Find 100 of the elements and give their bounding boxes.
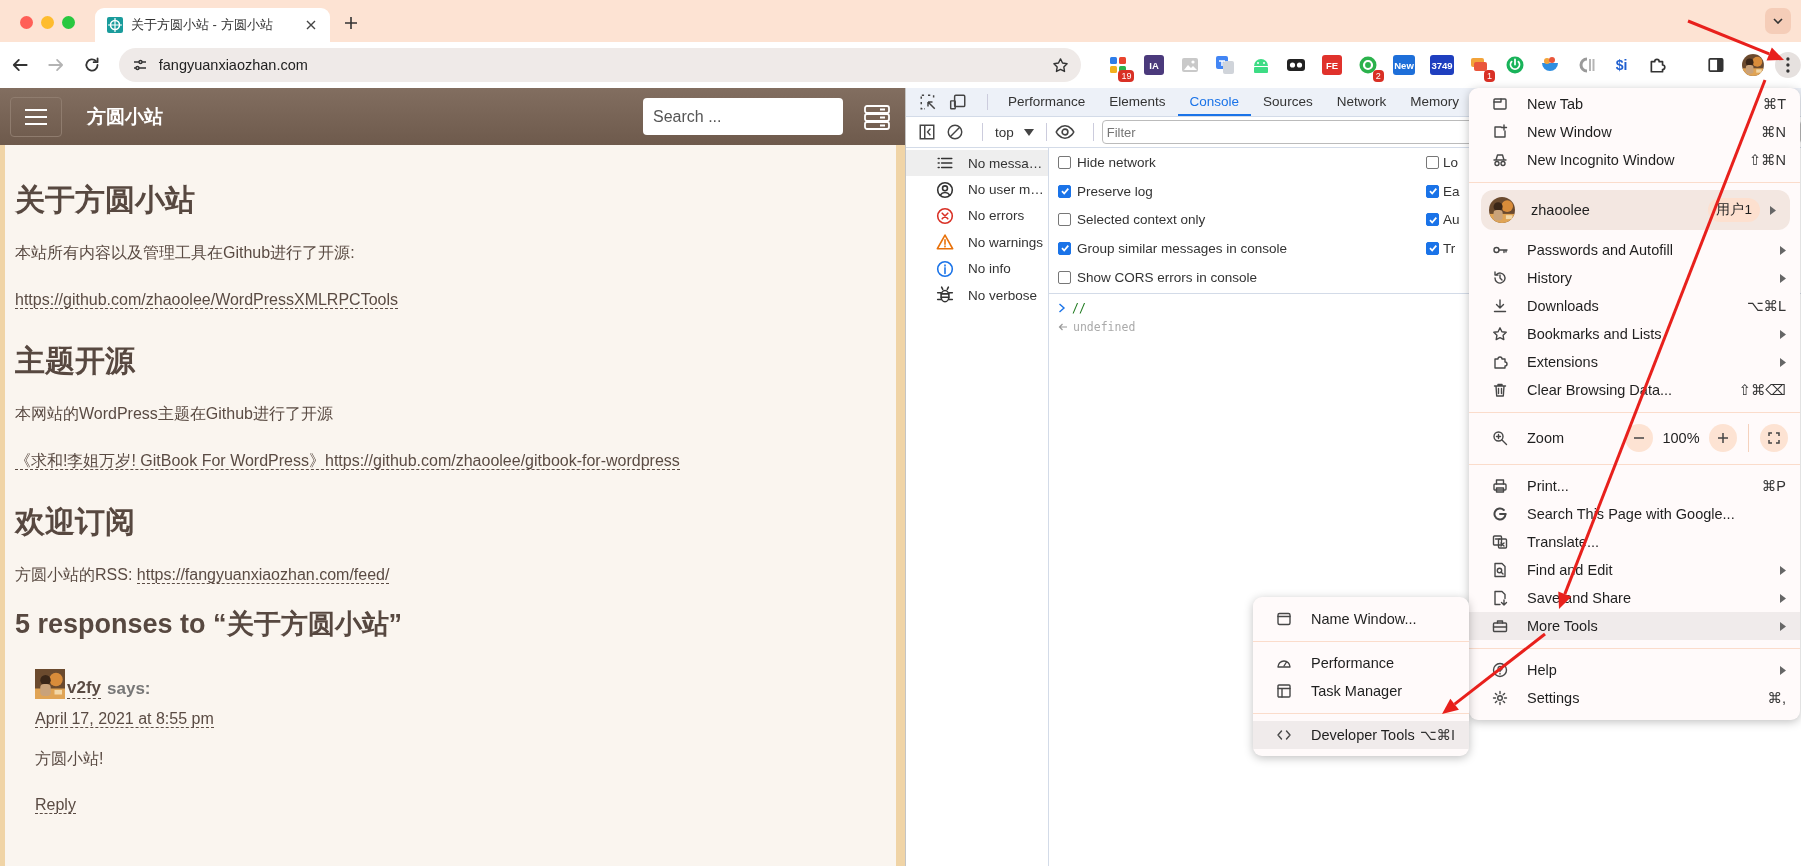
checkbox[interactable] xyxy=(1058,184,1071,198)
window-close-button[interactable] xyxy=(20,15,33,29)
menu-item[interactable]: Downloads ⌥⌘L xyxy=(1469,292,1800,320)
menu-item[interactable]: More Tools xyxy=(1469,612,1800,640)
sidebar-item[interactable]: No verbose xyxy=(906,281,1048,309)
menu-item[interactable]: Extensions xyxy=(1469,348,1800,376)
checkbox[interactable] xyxy=(1058,213,1071,227)
link[interactable]: https://fangyuanxiaozhan.com/feed/ xyxy=(136,566,390,584)
menu-item[interactable]: Developer Tools ⌥⌘I xyxy=(1253,721,1469,749)
menu-button[interactable] xyxy=(1775,52,1801,78)
menu-item[interactable]: Help xyxy=(1469,656,1800,684)
heading: 关于方圆小站 xyxy=(15,182,196,218)
search-field[interactable]: Search ... xyxy=(643,98,843,135)
date-link[interactable]: April 17, 2021 at 8:55 pm xyxy=(35,710,214,728)
menu-item[interactable]: New Incognito Window ⇧⌘N xyxy=(1469,146,1800,174)
extension-button[interactable]: 3749 xyxy=(1430,55,1454,75)
setting-label: Lo xyxy=(1443,154,1459,170)
inspect-icon[interactable] xyxy=(919,93,937,111)
menu-item[interactable]: New Window ⌘N xyxy=(1469,118,1800,146)
settings-icon xyxy=(1492,690,1508,706)
menu-item[interactable]: New Tab ⌘T xyxy=(1469,90,1800,118)
devtools-tab[interactable]: Performance xyxy=(996,88,1098,116)
extension-button[interactable]: $i xyxy=(1611,55,1632,75)
setting-label: Ea xyxy=(1443,183,1460,199)
menu-button[interactable] xyxy=(10,96,62,137)
extension-button[interactable]: New xyxy=(1393,55,1415,75)
browser-tab[interactable]: 关于方圆小站 - 方圆小站 xyxy=(95,8,330,42)
clear-console-icon[interactable] xyxy=(946,123,964,141)
checkbox[interactable] xyxy=(1058,270,1071,284)
reload-button[interactable] xyxy=(82,56,101,74)
checkbox[interactable] xyxy=(1426,241,1439,255)
profile-item[interactable]: zhaoolee 用户1 xyxy=(1481,190,1790,230)
toolbox-icon xyxy=(1492,618,1508,634)
side-panel-button[interactable] xyxy=(1707,56,1726,74)
menu-item[interactable]: Task Manager xyxy=(1253,677,1469,705)
translate-icon[interactable] xyxy=(1215,55,1236,75)
back-button[interactable] xyxy=(11,56,29,74)
server-icon[interactable] xyxy=(863,103,891,130)
menu-item[interactable]: Passwords and Autofill xyxy=(1469,236,1800,264)
checkbox[interactable] xyxy=(1058,155,1071,169)
close-icon[interactable] xyxy=(306,20,316,30)
sidebar-item[interactable]: No warnings xyxy=(906,229,1048,256)
sidebar-item[interactable]: No info xyxy=(906,255,1048,282)
menu-item[interactable]: Bookmarks and Lists xyxy=(1469,320,1800,348)
setting-label: Show CORS errors in console xyxy=(1077,269,1258,285)
devtools-tab[interactable]: Memory xyxy=(1398,88,1471,116)
tab-search-button[interactable] xyxy=(1765,8,1791,34)
sidebar-item[interactable]: No messa… xyxy=(906,150,1048,177)
address-bar[interactable]: fangyuanxiaozhan.com xyxy=(118,48,1082,82)
extension-button[interactable]: IA xyxy=(1144,55,1165,75)
paragraph: 方圆小站的RSS: https://fangyuanxiaozhan.com/feed/ xyxy=(15,565,391,586)
context-dropdown[interactable]: top xyxy=(991,124,1038,140)
checkbox[interactable] xyxy=(1426,155,1439,169)
info-icon xyxy=(936,259,954,278)
reply-link[interactable]: Reply xyxy=(35,796,76,814)
author-link[interactable]: v2fy xyxy=(67,678,102,699)
sidebar-item[interactable]: No user m… xyxy=(906,176,1048,203)
menu-item[interactable]: Print... ⌘P xyxy=(1469,472,1800,500)
shortcut-label: ⌥⌘L xyxy=(1746,298,1786,314)
zoom-in-button[interactable] xyxy=(1709,424,1737,452)
menu-item[interactable]: History xyxy=(1469,264,1800,292)
checkbox[interactable] xyxy=(1426,213,1439,227)
site-title[interactable]: 方圆小站 xyxy=(87,103,163,130)
printer-icon xyxy=(1492,478,1508,494)
eye-icon[interactable] xyxy=(1054,122,1075,142)
url-text: fangyuanxiaozhan.com xyxy=(158,57,308,73)
comment-text: 方圆小站! xyxy=(35,749,105,769)
fullscreen-button[interactable] xyxy=(1760,424,1788,452)
user-icon xyxy=(936,180,954,199)
sidebar-toggle-icon[interactable] xyxy=(918,123,936,141)
devtools-tab[interactable]: Sources xyxy=(1251,88,1325,116)
menu-icon xyxy=(24,107,48,126)
new-window-icon xyxy=(1492,124,1508,140)
menu-item[interactable]: Name Window... xyxy=(1253,605,1469,633)
caret-icon[interactable] xyxy=(1023,128,1034,136)
menu-item[interactable]: Settings ⌘, xyxy=(1469,684,1800,712)
circle-icon[interactable] xyxy=(1357,55,1378,75)
bookmark-star-icon[interactable] xyxy=(1052,56,1070,74)
device-icon[interactable] xyxy=(949,93,967,111)
paragraph: 本网站的WordPress主题在Github进行了开源 xyxy=(15,404,334,424)
devtools-tab[interactable]: Elements xyxy=(1097,88,1178,116)
checkbox[interactable] xyxy=(1426,184,1439,198)
notification-badge: 1 xyxy=(1484,70,1496,82)
profile-name: zhaoolee xyxy=(1531,202,1590,218)
extension-button[interactable]: FE xyxy=(1322,55,1343,75)
link[interactable]: https://github.com/zhaoolee/WordPressXMLRPCTools xyxy=(15,291,398,309)
checkbox[interactable] xyxy=(1058,241,1071,255)
menu-item[interactable]: Performance xyxy=(1253,649,1469,677)
zoom-out-button[interactable] xyxy=(1625,424,1653,452)
app-grid-icon[interactable] xyxy=(1108,55,1129,75)
devtools-tab[interactable]: Console xyxy=(1177,88,1252,116)
power-icon[interactable] xyxy=(1504,55,1525,75)
link[interactable]: 《求和!李姐万岁! GitBook For WordPress》https://github.com/zhaoolee/gitbook-for-wordpress xyxy=(15,452,680,470)
setting-label: Hide network xyxy=(1077,154,1156,170)
devtools-tab[interactable]: Network xyxy=(1324,88,1399,116)
sidebar-item[interactable]: No errors xyxy=(906,202,1048,230)
site-info-icon[interactable] xyxy=(131,57,148,73)
new-tab-button[interactable] xyxy=(344,16,358,30)
zoom-icon xyxy=(1492,430,1508,446)
extensions-button[interactable] xyxy=(1648,56,1667,74)
